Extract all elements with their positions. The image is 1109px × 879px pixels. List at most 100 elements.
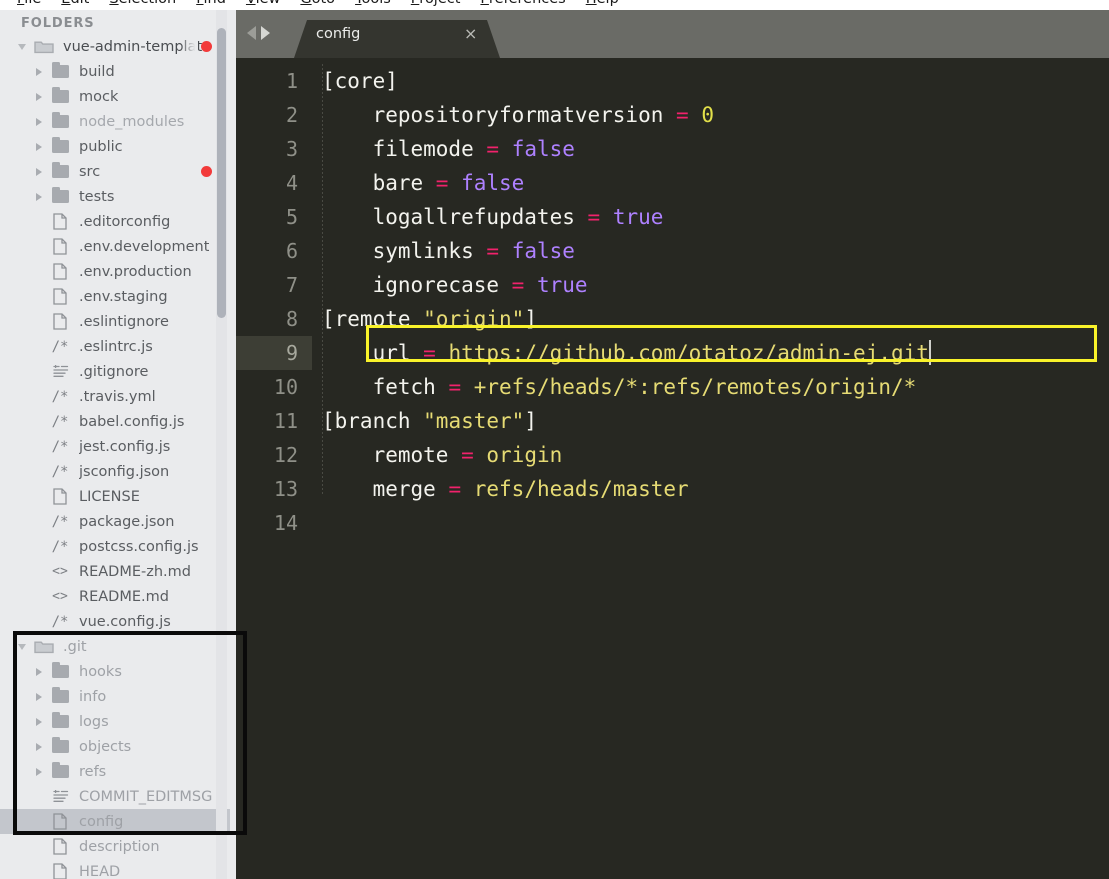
tree-folder-info[interactable]: info: [0, 684, 236, 709]
tree-file-env-development[interactable]: .env.development: [0, 234, 236, 259]
code-area[interactable]: 1 2 3 4 5 6 7 8 9 10 11 12 13 14 [core] repositoryfor…: [236, 58, 1109, 879]
no-chevron: [34, 566, 45, 577]
tree-file-head[interactable]: HEAD: [0, 859, 236, 879]
code-token-val: true: [536, 273, 588, 297]
code-token-sect: ]: [524, 409, 537, 433]
line-number: 2: [285, 103, 298, 127]
code-line[interactable]: repositoryformatversion = 0: [322, 98, 714, 132]
chevron-right-icon[interactable]: [34, 741, 45, 752]
tree-folder-vue-admin-template[interactable]: vue-admin-template: [0, 34, 236, 59]
tree-folder-git[interactable]: .git: [0, 634, 236, 659]
code-line[interactable]: ignorecase = true: [322, 268, 588, 302]
folder-icon: [49, 62, 71, 80]
code-token-key: remote: [322, 443, 462, 467]
tree-file-postcss-config-js[interactable]: /* postcss.config.js: [0, 534, 236, 559]
tree-file-description[interactable]: description: [0, 834, 236, 859]
folder-tree[interactable]: vue-admin-template build mock node_modules p…: [0, 34, 236, 879]
tree-file-config[interactable]: config: [0, 809, 236, 834]
tab-nav-arrows[interactable]: [247, 26, 270, 40]
code-line[interactable]: [remote "origin"]: [322, 302, 537, 336]
menu-item-find[interactable]: Find: [186, 0, 236, 10]
text-lines-icon: [49, 789, 71, 805]
code-token-eq: =: [587, 205, 601, 229]
tree-folder-refs[interactable]: refs: [0, 759, 236, 784]
tree-file-gitignore[interactable]: .gitignore: [0, 359, 236, 384]
tree-folder-build[interactable]: build: [0, 59, 236, 84]
tree-item-label: .eslintrc.js: [79, 338, 153, 355]
chevron-right-icon[interactable]: [34, 141, 45, 152]
tree-file-env-production[interactable]: .env.production: [0, 259, 236, 284]
menu-item-project[interactable]: Project: [401, 0, 471, 10]
file-icon: [49, 288, 71, 305]
code-token-str: refs/heads/master: [473, 477, 689, 501]
sidebar-scrollbar-thumb[interactable]: [217, 28, 226, 318]
tree-file-eslintignore[interactable]: .eslintignore: [0, 309, 236, 334]
code-line[interactable]: [branch "master"]: [322, 404, 537, 438]
tree-folder-logs[interactable]: logs: [0, 709, 236, 734]
folder-icon: [49, 662, 71, 680]
tree-file-travis-yml[interactable]: /* .travis.yml: [0, 384, 236, 409]
tree-file-package-json[interactable]: /* package.json: [0, 509, 236, 534]
chevron-right-icon[interactable]: [34, 691, 45, 702]
chevron-right-icon[interactable]: [34, 666, 45, 677]
tree-file-editorconfig[interactable]: .editorconfig: [0, 209, 236, 234]
menu-item-view[interactable]: View: [236, 0, 290, 10]
sidebar-file-explorer[interactable]: FOLDERS vue-admin-template build mock node_…: [0, 10, 236, 879]
line-number: 10: [273, 375, 298, 399]
code-line[interactable]: logallrefupdates = true: [322, 200, 664, 234]
tree-item-label: COMMIT_EDITMSG: [79, 788, 213, 805]
code-line[interactable]: bare = false: [322, 166, 525, 200]
chevron-down-icon[interactable]: [18, 41, 29, 52]
tree-folder-tests[interactable]: tests: [0, 184, 236, 209]
no-chevron: [34, 241, 45, 252]
tree-file-babel-config-js[interactable]: /* babel.config.js: [0, 409, 236, 434]
code-token-num: 0: [701, 103, 714, 127]
tree-file-commit-editmsg[interactable]: COMMIT_EDITMSG: [0, 784, 236, 809]
tree-item-label: vue-admin-template: [63, 38, 212, 55]
menu-item-goto[interactable]: Goto: [290, 0, 345, 10]
chevron-right-icon[interactable]: [34, 716, 45, 727]
tree-folder-objects[interactable]: objects: [0, 734, 236, 759]
menu-item-file[interactable]: File: [7, 0, 51, 10]
chevron-right-icon[interactable]: [34, 116, 45, 127]
tree-folder-mock[interactable]: mock: [0, 84, 236, 109]
tree-file-readme-md[interactable]: <> README.md: [0, 584, 236, 609]
tree-file-eslintrc-js[interactable]: /* .eslintrc.js: [0, 334, 236, 359]
tree-file-jsconfig-json[interactable]: /* jsconfig.json: [0, 459, 236, 484]
forward-arrow-icon[interactable]: [261, 26, 270, 40]
chevron-right-icon[interactable]: [34, 766, 45, 777]
menu-item-selection[interactable]: Selection: [99, 0, 186, 10]
chevron-right-icon[interactable]: [34, 166, 45, 177]
js-comment-icon: /*: [51, 438, 69, 455]
tree-folder-hooks[interactable]: hooks: [0, 659, 236, 684]
code-line[interactable]: filemode = false: [322, 132, 575, 166]
tree-item-label: config: [79, 813, 124, 830]
menu-item-tools[interactable]: Tools: [345, 0, 401, 10]
no-chevron: [34, 341, 45, 352]
tree-file-env-staging[interactable]: .env.staging: [0, 284, 236, 309]
chevron-right-icon[interactable]: [34, 191, 45, 202]
tree-file-vue-config-js[interactable]: /* vue.config.js: [0, 609, 236, 634]
menu-item-edit[interactable]: Edit: [51, 0, 99, 10]
menu-item-help[interactable]: Help: [576, 0, 629, 10]
tree-folder-public[interactable]: public: [0, 134, 236, 159]
chevron-right-icon[interactable]: [34, 66, 45, 77]
code-line[interactable]: url = https://github.com/otatoz/admin-ej…: [322, 336, 931, 370]
js-comment-icon: /*: [51, 388, 69, 405]
menu-item-preferences[interactable]: Preferences: [470, 0, 575, 10]
code-line[interactable]: symlinks = false: [322, 234, 575, 268]
code-line[interactable]: remote = origin: [322, 438, 563, 472]
back-arrow-icon[interactable]: [247, 26, 256, 40]
tree-folder-src[interactable]: src: [0, 159, 236, 184]
chevron-right-icon[interactable]: [34, 91, 45, 102]
code-line[interactable]: fetch = +refs/heads/*:refs/remotes/origi…: [322, 370, 917, 404]
tree-file-readme-zh-md[interactable]: <> README-zh.md: [0, 559, 236, 584]
chevron-down-icon[interactable]: [18, 641, 29, 652]
tree-file-jest-config-js[interactable]: /* jest.config.js: [0, 434, 236, 459]
tree-folder-node-modules[interactable]: node_modules: [0, 109, 236, 134]
code-line[interactable]: merge = refs/heads/master: [322, 472, 689, 506]
close-icon[interactable]: ×: [464, 26, 477, 42]
tree-file-license[interactable]: LICENSE: [0, 484, 236, 509]
code-token-key: url: [322, 341, 424, 365]
code-line[interactable]: [core]: [322, 64, 398, 98]
